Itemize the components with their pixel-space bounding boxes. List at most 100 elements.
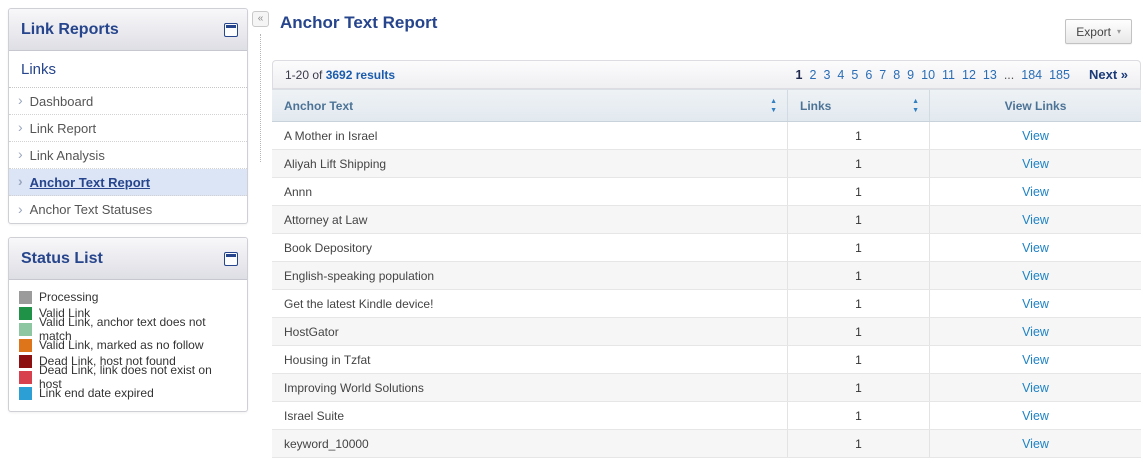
pagination-page-link[interactable]: 10 — [921, 68, 935, 82]
anchor-text-cell: Attorney at Law — [272, 206, 788, 233]
sidebar-nav-item-label: Link Report — [30, 121, 96, 136]
pagination-page-link[interactable]: 8 — [893, 68, 900, 82]
chevron-right-icon: › — [18, 120, 23, 134]
pagination-page-link[interactable]: 2 — [810, 68, 817, 82]
pagination-page-link[interactable]: 13 — [983, 68, 997, 82]
table-row: Housing in Tzfat 1 View — [272, 346, 1141, 374]
anchor-text-value: Housing in Tzfat — [284, 353, 371, 367]
sort-asc-icon[interactable]: ▲ — [912, 98, 919, 105]
anchor-text-cell: Aliyah Lift Shipping — [272, 150, 788, 177]
sidebar-nav-item[interactable]: › Link Report — [9, 115, 247, 142]
column-header-links[interactable]: Links ▲ ▼ — [788, 90, 930, 121]
pagination-current-page: 1 — [796, 68, 803, 82]
view-link[interactable]: View — [1022, 185, 1049, 199]
sidebar-nav-item-label: Anchor Text Report — [30, 175, 150, 190]
pagination-next-button[interactable]: Next » — [1089, 67, 1128, 82]
anchor-text-value: keyword_10000 — [284, 437, 369, 451]
pagination-page-link[interactable]: 5 — [851, 68, 858, 82]
pagination-page-link[interactable]: 4 — [837, 68, 844, 82]
sort-arrows[interactable]: ▲ ▼ — [770, 98, 777, 114]
column-header-links-label: Links — [800, 99, 831, 113]
pagination-page-link[interactable]: 12 — [962, 68, 976, 82]
view-link[interactable]: View — [1022, 241, 1049, 255]
links-count-cell: 1 — [788, 318, 930, 345]
links-count-cell: 1 — [788, 374, 930, 401]
minimize-panel-icon[interactable] — [224, 252, 238, 266]
sidebar-nav-item[interactable]: › Dashboard — [9, 88, 247, 115]
pagination-page-link[interactable]: 11 — [942, 68, 955, 82]
table-row: Aliyah Lift Shipping 1 View — [272, 150, 1141, 178]
links-count-value: 1 — [855, 325, 862, 339]
minimize-panel-icon[interactable] — [224, 23, 238, 37]
anchor-text-cell: Housing in Tzfat — [272, 346, 788, 373]
anchor-text-value: Attorney at Law — [284, 213, 367, 227]
links-count-value: 1 — [855, 269, 862, 283]
sidebar-nav-item[interactable]: › Link Analysis — [9, 142, 247, 169]
column-header-view-links-label: View Links — [1005, 99, 1067, 113]
sidebar-nav-item[interactable]: › Anchor Text Statuses — [9, 196, 247, 223]
view-links-cell: View — [930, 178, 1141, 205]
pagination-page-link[interactable]: 3 — [823, 68, 830, 82]
table-header-row: Anchor Text ▲ ▼ Links ▲ ▼ View Links — [272, 89, 1141, 122]
view-link[interactable]: View — [1022, 325, 1049, 339]
pagination-ellipsis: ... — [1004, 68, 1014, 82]
view-links-cell: View — [930, 402, 1141, 429]
table-body: A Mother in Israel 1 View Aliyah Lift Sh… — [272, 122, 1141, 458]
view-link[interactable]: View — [1022, 157, 1049, 171]
links-count-cell: 1 — [788, 234, 930, 261]
chevron-right-icon: › — [18, 93, 23, 107]
view-link[interactable]: View — [1022, 409, 1049, 423]
page-title: Anchor Text Report — [280, 13, 437, 33]
pagination-page-link[interactable]: 185 — [1049, 68, 1070, 82]
view-links-cell: View — [930, 430, 1141, 457]
view-links-cell: View — [930, 122, 1141, 149]
view-links-cell: View — [930, 374, 1141, 401]
anchor-text-cell: Improving World Solutions — [272, 374, 788, 401]
anchor-text-table: Anchor Text ▲ ▼ Links ▲ ▼ View Links — [272, 89, 1141, 458]
anchor-text-cell: keyword_10000 — [272, 430, 788, 457]
pagination-page-link[interactable]: 6 — [865, 68, 872, 82]
links-count-cell: 1 — [788, 122, 930, 149]
pagination-page-link[interactable]: 184 — [1021, 68, 1042, 82]
column-header-anchor-text[interactable]: Anchor Text ▲ ▼ — [272, 90, 788, 121]
link-reports-panel-title: Link Reports — [21, 21, 119, 39]
sort-arrows[interactable]: ▲ ▼ — [912, 98, 919, 114]
links-count-cell: 1 — [788, 178, 930, 205]
sort-desc-icon[interactable]: ▼ — [770, 107, 777, 114]
sidebar-nav: › Dashboard › Link Report › Link Analysi… — [9, 88, 247, 223]
status-color-swatch-icon — [19, 323, 32, 336]
sort-desc-icon[interactable]: ▼ — [912, 107, 919, 114]
table-row: Annn 1 View — [272, 178, 1141, 206]
view-link[interactable]: View — [1022, 269, 1049, 283]
collapse-sidebar-button[interactable]: « — [252, 11, 269, 27]
anchor-text-cell: Book Depository — [272, 234, 788, 261]
sort-asc-icon[interactable]: ▲ — [770, 98, 777, 105]
anchor-text-cell: Israel Suite — [272, 402, 788, 429]
view-link[interactable]: View — [1022, 353, 1049, 367]
anchor-text-value: Get the latest Kindle device! — [284, 297, 433, 311]
status-color-swatch-icon — [19, 307, 32, 320]
view-link[interactable]: View — [1022, 297, 1049, 311]
table-row: HostGator 1 View — [272, 318, 1141, 346]
link-reports-panel: Link Reports Links › Dashboard › Link Re… — [8, 8, 248, 224]
anchor-text-cell: English-speaking population — [272, 262, 788, 289]
pagination-page-link[interactable]: 9 — [907, 68, 914, 82]
view-link[interactable]: View — [1022, 437, 1049, 451]
link-reports-panel-header: Link Reports — [9, 9, 247, 51]
anchor-text-cell: Annn — [272, 178, 788, 205]
sidebar-nav-item[interactable]: › Anchor Text Report — [9, 169, 247, 196]
pagination-page-link[interactable]: 7 — [879, 68, 886, 82]
sidebar-nav-item-label: Anchor Text Statuses — [30, 202, 153, 217]
export-button[interactable]: Export ▾ — [1065, 19, 1132, 44]
view-link[interactable]: View — [1022, 129, 1049, 143]
links-count-cell: 1 — [788, 346, 930, 373]
view-links-cell: View — [930, 234, 1141, 261]
status-legend-item: Processing — [19, 289, 237, 305]
view-link[interactable]: View — [1022, 213, 1049, 227]
results-count: 1-20 of 3692 results — [285, 68, 395, 82]
view-links-cell: View — [930, 262, 1141, 289]
view-links-cell: View — [930, 150, 1141, 177]
view-link[interactable]: View — [1022, 381, 1049, 395]
links-count-value: 1 — [855, 129, 862, 143]
chevron-right-icon: › — [18, 202, 23, 216]
